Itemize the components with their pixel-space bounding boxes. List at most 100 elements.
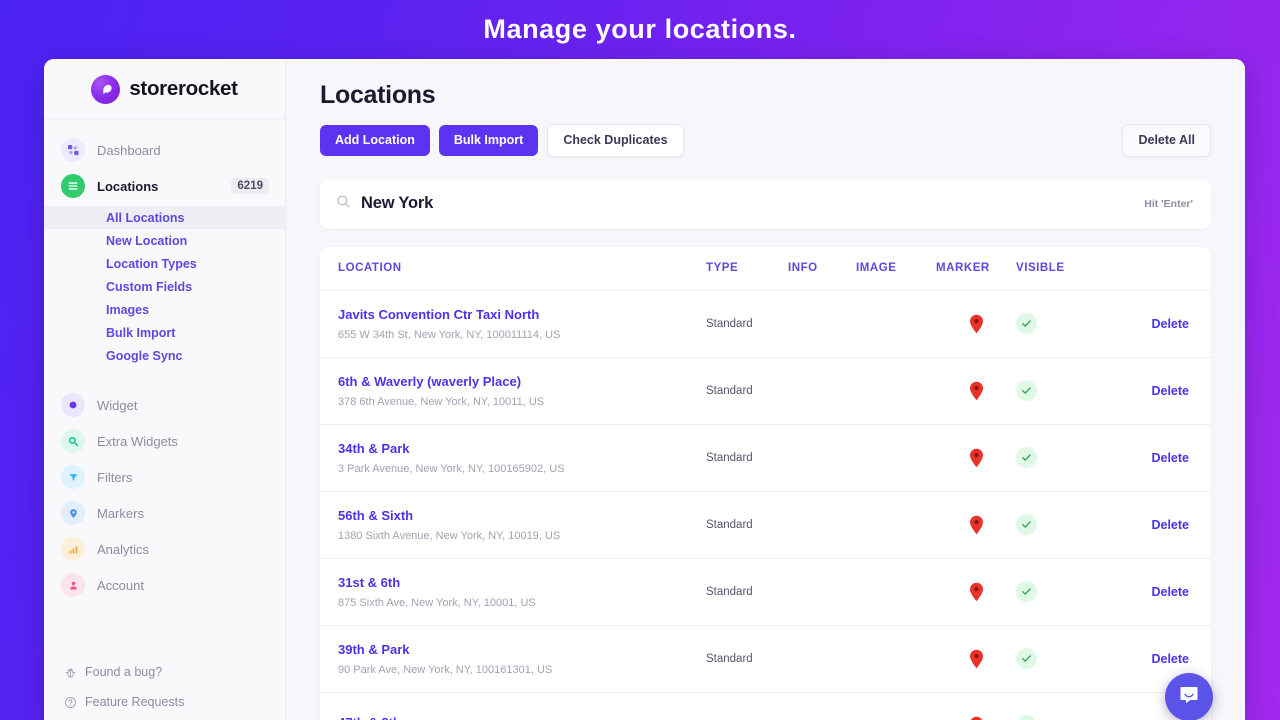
location-marker <box>936 515 1016 535</box>
check-duplicates-button[interactable]: Check Duplicates <box>547 124 684 157</box>
delete-row-button[interactable]: Delete <box>1151 317 1189 331</box>
location-cell: 31st & 6th 875 Sixth Ave, New York, NY, 1… <box>338 575 706 609</box>
brand-logo[interactable]: storerocket <box>44 59 285 120</box>
main-content: Locations Add Location Bulk Import Check… <box>286 59 1245 720</box>
sidebar-item-markers[interactable]: Markers <box>44 495 285 531</box>
location-visible <box>1016 313 1108 334</box>
column-header-type: TYPE <box>706 262 739 274</box>
locations-table: LOCATION TYPE INFO IMAGE MARKER VISIBLE … <box>320 246 1211 720</box>
sidebar-item-locations[interactable]: Locations 6219 <box>44 168 285 204</box>
found-a-bug-label: Found a bug? <box>85 665 163 679</box>
location-visible <box>1016 447 1108 468</box>
location-name-link[interactable]: 56th & Sixth <box>338 508 706 523</box>
sidebar-item-label: Locations <box>97 178 159 194</box>
location-address: 90 Park Ave, New York, NY, 100161301, US <box>338 663 553 676</box>
location-cell: 34th & Park 3 Park Avenue, New York, NY, … <box>338 441 706 475</box>
sidebar-item-label: Account <box>97 577 144 593</box>
location-name-link[interactable]: 47th & 8th <box>338 715 706 720</box>
action-toolbar: Add Location Bulk Import Check Duplicate… <box>320 124 1211 157</box>
bulk-import-button[interactable]: Bulk Import <box>438 125 539 156</box>
delete-row-button[interactable]: Delete <box>1151 652 1189 666</box>
location-type: Standard <box>706 652 753 665</box>
sidebar-item-label: Dashboard <box>97 142 161 158</box>
location-visible <box>1016 581 1108 602</box>
chat-launcher-button[interactable] <box>1165 673 1213 720</box>
row-actions: Delete <box>1108 650 1189 668</box>
location-address: 378 6th Avenue, New York, NY, 10011, US <box>338 395 545 408</box>
sidebar-item-extra-widgets[interactable]: Extra Widgets <box>44 423 285 459</box>
locations-list-icon <box>61 174 85 198</box>
bar-chart-icon <box>61 537 85 561</box>
delete-row-button[interactable]: Delete <box>1151 451 1189 465</box>
sidebar-item-google-sync[interactable]: Google Sync <box>44 344 285 367</box>
location-type: Standard <box>706 585 753 598</box>
sidebar-item-account[interactable]: Account <box>44 567 285 603</box>
row-actions: Delete <box>1108 315 1189 333</box>
row-actions: Delete <box>1108 382 1189 400</box>
sidebar-item-label: Filters <box>97 469 133 485</box>
location-type: Standard <box>706 518 753 531</box>
feature-requests-link[interactable]: Feature Requests <box>44 687 285 717</box>
table-row: 34th & Park 3 Park Avenue, New York, NY, … <box>320 425 1211 492</box>
table-body: Javits Convention Ctr Taxi North 655 W 34… <box>320 291 1211 720</box>
sidebar-item-dashboard[interactable]: Dashboard <box>44 132 285 168</box>
sidebar-item-custom-fields[interactable]: Custom Fields <box>44 275 285 298</box>
sidebar-item-location-types[interactable]: Location Types <box>44 252 285 275</box>
search-icon <box>336 194 351 214</box>
search-input[interactable]: New York <box>361 194 1134 213</box>
sidebar: storerocket Dashboard Locations 6219 All… <box>44 59 286 720</box>
sidebar-item-label: Extra Widgets <box>97 433 178 449</box>
location-visible <box>1016 715 1108 720</box>
location-cell: 56th & Sixth 1380 Sixth Avenue, New York,… <box>338 508 706 542</box>
location-type: Standard <box>706 384 753 397</box>
sidebar-item-all-locations[interactable]: All Locations <box>44 206 285 229</box>
sidebar-item-filters[interactable]: Filters <box>44 459 285 495</box>
bug-icon <box>64 666 77 679</box>
chat-bubble-icon <box>1177 683 1201 712</box>
location-name-link[interactable]: 6th & Waverly (waverly Place) <box>338 374 706 389</box>
sidebar-nav: Dashboard Locations 6219 All Locations N… <box>44 120 285 657</box>
app-window: storerocket Dashboard Locations 6219 All… <box>44 59 1245 720</box>
location-name-link[interactable]: 39th & Park <box>338 642 706 657</box>
column-header-visible: VISIBLE <box>1016 262 1065 274</box>
table-header-row: LOCATION TYPE INFO IMAGE MARKER VISIBLE <box>320 247 1211 291</box>
sidebar-item-analytics[interactable]: Analytics <box>44 531 285 567</box>
map-pin-icon <box>61 501 85 525</box>
brand-name: storerocket <box>129 77 238 100</box>
delete-all-button[interactable]: Delete All <box>1122 124 1211 157</box>
sidebar-item-bulk-import[interactable]: Bulk Import <box>44 321 285 344</box>
delete-row-button[interactable]: Delete <box>1151 384 1189 398</box>
found-a-bug-link[interactable]: Found a bug? <box>44 657 285 687</box>
location-name-link[interactable]: Javits Convention Ctr Taxi North <box>338 307 706 322</box>
delete-row-button[interactable]: Delete <box>1151 585 1189 599</box>
sidebar-item-widget[interactable]: Widget <box>44 387 285 423</box>
sidebar-item-new-location[interactable]: New Location <box>44 229 285 252</box>
location-name-link[interactable]: 34th & Park <box>338 441 706 456</box>
location-name-link[interactable]: 31st & 6th <box>338 575 706 590</box>
location-cell: 39th & Park 90 Park Ave, New York, NY, 10… <box>338 642 706 676</box>
search-bar[interactable]: New York Hit 'Enter' <box>320 178 1211 229</box>
storerocket-logo-icon <box>91 74 121 104</box>
table-row: 56th & Sixth 1380 Sixth Avenue, New York,… <box>320 492 1211 559</box>
location-visible <box>1016 380 1108 401</box>
location-marker <box>936 582 1016 602</box>
top-banner: Manage your locations. <box>0 0 1280 59</box>
column-header-info: INFO <box>788 262 818 274</box>
feature-requests-label: Feature Requests <box>85 695 185 709</box>
sidebar-item-images[interactable]: Images <box>44 298 285 321</box>
dashboard-icon <box>61 138 85 162</box>
location-marker <box>936 381 1016 401</box>
table-row: 6th & Waverly (waverly Place) 378 6th Ave… <box>320 358 1211 425</box>
column-header-location: LOCATION <box>338 262 402 274</box>
nav-divider-gap <box>44 373 285 387</box>
search-enter-hint: Hit 'Enter' <box>1144 197 1193 210</box>
add-location-button[interactable]: Add Location <box>320 125 430 156</box>
location-visible <box>1016 514 1108 535</box>
table-row: Javits Convention Ctr Taxi North 655 W 34… <box>320 291 1211 358</box>
location-address: 655 W 34th St, New York, NY, 100011114, … <box>338 328 561 341</box>
row-actions: Delete <box>1108 516 1189 534</box>
location-marker <box>936 448 1016 468</box>
table-row: 39th & Park 90 Park Ave, New York, NY, 10… <box>320 626 1211 693</box>
banner-title: Manage your locations. <box>483 14 797 44</box>
delete-row-button[interactable]: Delete <box>1151 518 1189 532</box>
